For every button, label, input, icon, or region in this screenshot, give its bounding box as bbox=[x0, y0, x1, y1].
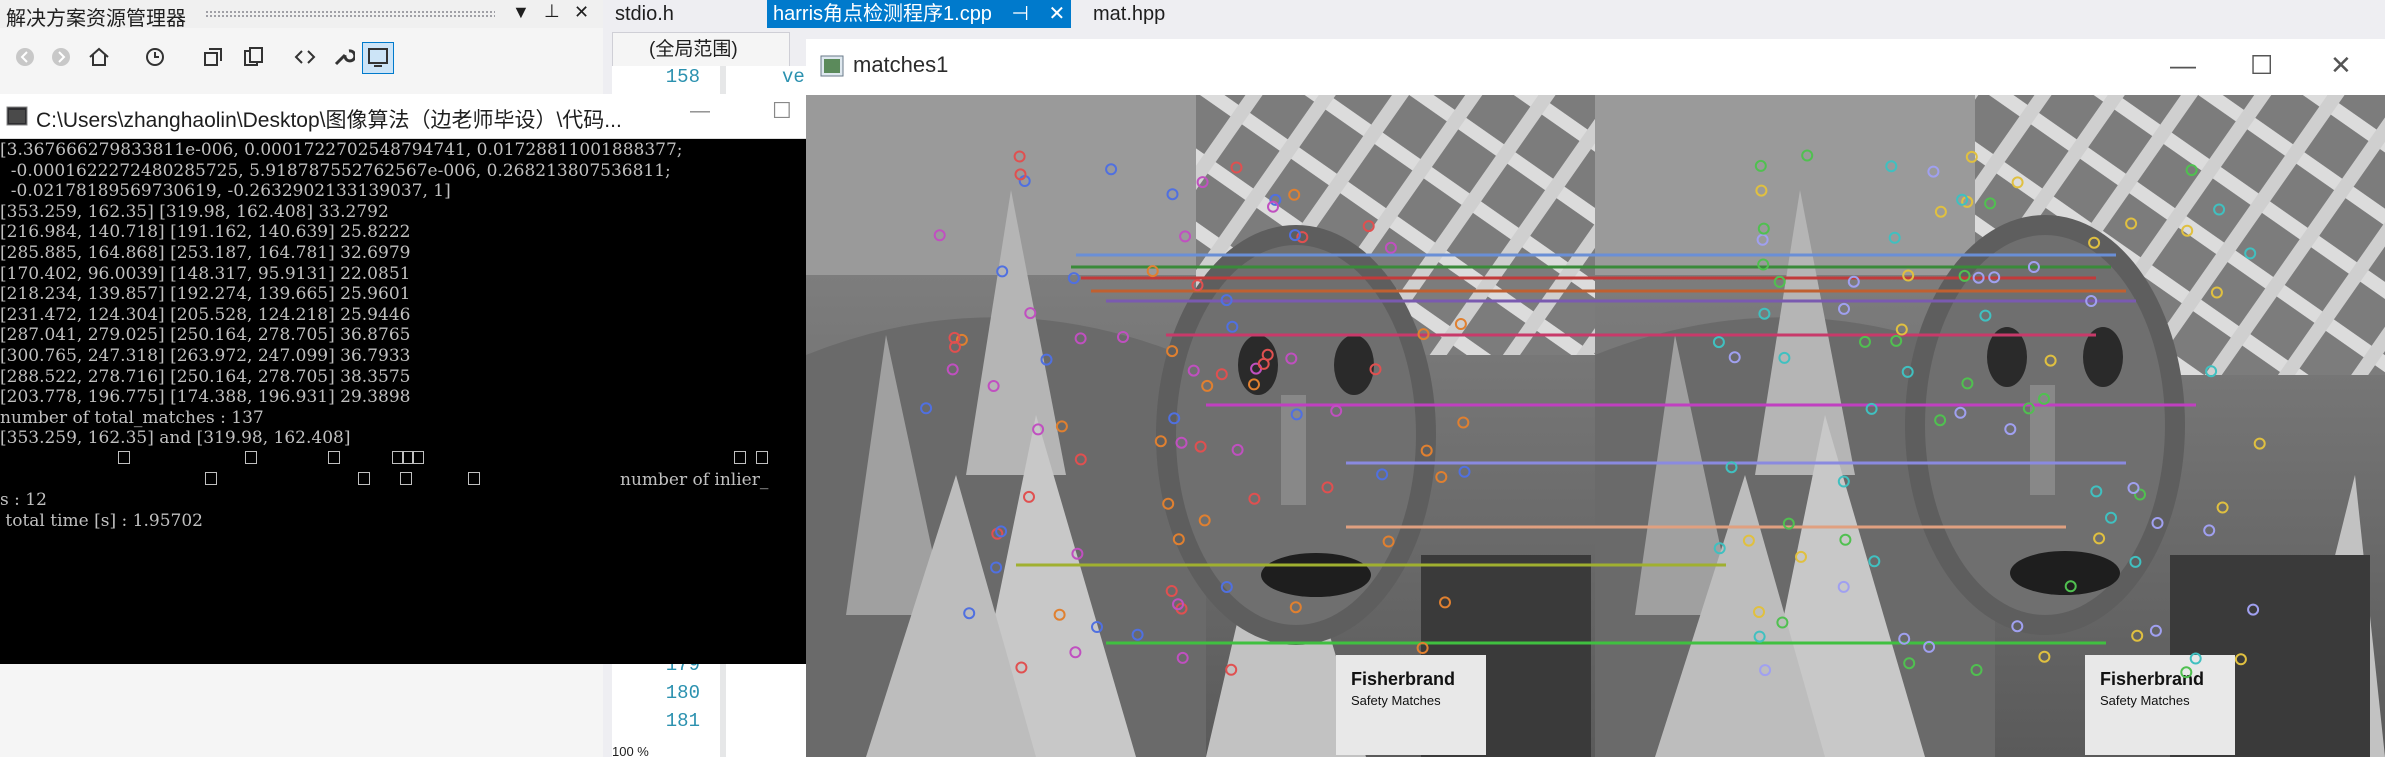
brand-sublabel: Safety Matches bbox=[1351, 693, 1441, 708]
console-line: [170.402, 96.0039] [148.317, 95.9131] 22… bbox=[0, 263, 411, 284]
code-icon[interactable] bbox=[290, 42, 320, 72]
console-inlier-label: number of inlier_ bbox=[620, 469, 769, 490]
console-line: [3.367666279833811e-006, 0.0001722702548… bbox=[0, 140, 683, 160]
solution-explorer-header: 解决方案资源管理器 ▼ ⊥ ✕ bbox=[0, 0, 603, 30]
close-button[interactable]: ✕ bbox=[2330, 50, 2352, 81]
console-output: [3.367666279833811e-006, 0.0001722702548… bbox=[0, 140, 806, 664]
harris-matches-canvas: Fisherbrand Safety Matches Fisherbrand S… bbox=[806, 95, 2385, 757]
solution-explorer-toolbar bbox=[0, 34, 603, 80]
brand-label: Fisherbrand bbox=[2100, 669, 2204, 689]
console-line: [353.259, 162.35] and [319.98, 162.408] bbox=[0, 428, 351, 449]
copy-icon[interactable] bbox=[238, 42, 268, 72]
unknown-glyph bbox=[328, 451, 340, 464]
console-line: [285.885, 164.868] [253.187, 164.781] 32… bbox=[0, 243, 411, 263]
close-icon[interactable]: ✕ bbox=[574, 2, 589, 23]
console-line: [300.765, 247.318] [263.972, 247.099] 36… bbox=[0, 346, 411, 366]
solution-explorer-title: 解决方案资源管理器 bbox=[6, 8, 186, 30]
console-line: -0.02178189569730619, -0.263290213313903… bbox=[0, 181, 451, 202]
home-icon[interactable] bbox=[84, 42, 114, 72]
image-window-icon bbox=[820, 55, 844, 77]
matches-title: matches1 bbox=[853, 52, 949, 77]
console-line: [288.522, 278.716] [250.164, 278.705] 38… bbox=[0, 366, 411, 387]
dropdown-icon[interactable]: ▼ bbox=[512, 2, 530, 23]
console-line: number of total_matches : 137 bbox=[0, 407, 264, 428]
unknown-glyph bbox=[734, 451, 746, 464]
maximize-button[interactable]: ☐ bbox=[772, 98, 792, 124]
unknown-glyph bbox=[118, 451, 130, 464]
wrench-icon[interactable] bbox=[328, 42, 358, 72]
console-title: C:\Users\zhanghaolin\Desktop\图像算法（边老师毕设）… bbox=[36, 109, 622, 132]
tab-label: harris角点检测程序1.cpp bbox=[773, 3, 992, 25]
minimize-button[interactable]: — bbox=[2170, 50, 2196, 81]
tab-mat-hpp[interactable]: mat.hpp bbox=[1087, 0, 1171, 28]
console-line: [287.041, 279.025] [250.164, 278.705] 36… bbox=[0, 325, 411, 346]
console-line: s : 12 bbox=[0, 490, 47, 511]
maximize-button[interactable]: ☐ bbox=[2250, 50, 2273, 81]
tab-label: stdio.h bbox=[615, 3, 674, 25]
console-line: -0.0001622272480285725, 5.91878755276256… bbox=[0, 160, 671, 181]
right-image: Fisherbrand Safety Matches bbox=[1595, 95, 2385, 757]
code-text: ve bbox=[782, 66, 805, 88]
brand-label: Fisherbrand bbox=[1351, 669, 1455, 689]
collapse-icon[interactable] bbox=[198, 42, 228, 72]
unknown-glyph bbox=[756, 451, 768, 464]
unknown-glyph bbox=[358, 471, 370, 485]
forward-icon[interactable] bbox=[46, 42, 76, 72]
close-icon[interactable]: ✕ bbox=[1048, 3, 1065, 25]
line-number: 180 bbox=[665, 682, 700, 704]
history-icon[interactable] bbox=[140, 42, 170, 72]
tab-label: mat.hpp bbox=[1093, 3, 1166, 25]
left-image: Fisherbrand Safety Matches bbox=[806, 95, 1595, 757]
console-line: [203.778, 196.775] [174.388, 196.931] 29… bbox=[0, 387, 411, 408]
line-number: 181 bbox=[665, 710, 700, 732]
unknown-glyph bbox=[400, 471, 412, 485]
console-line: [216.984, 140.718] [191.162, 140.639] 25… bbox=[0, 222, 411, 243]
scope-dropdown[interactable]: (全局范围) bbox=[612, 32, 790, 68]
matches-image[interactable]: Fisherbrand Safety Matches Fisherbrand S… bbox=[806, 95, 2385, 757]
console-icon bbox=[6, 106, 28, 126]
unknown-glyph bbox=[245, 451, 257, 464]
tab-harris-cpp[interactable]: harris角点检测程序1.cpp ⊣ ✕ bbox=[767, 0, 1072, 28]
console-line: total time [s] : 1.95702 bbox=[0, 510, 203, 531]
unknown-glyph bbox=[205, 471, 217, 485]
editor-tab-bar: stdio.h harris角点检测程序1.cpp ⊣ ✕ mat.hpp bbox=[603, 0, 2385, 28]
tab-stdio-h[interactable]: stdio.h bbox=[609, 0, 680, 28]
back-icon[interactable] bbox=[10, 42, 40, 72]
line-number: 158 bbox=[665, 66, 700, 88]
drag-grip[interactable] bbox=[205, 10, 495, 18]
zoom-level[interactable]: 100 % bbox=[612, 744, 732, 757]
console-line: [353.259, 162.35] [319.98, 162.408] 33.2… bbox=[0, 201, 389, 222]
console-line: [231.472, 124.304] [205.528, 124.218] 25… bbox=[0, 304, 411, 325]
minimize-button[interactable]: — bbox=[690, 100, 710, 123]
brand-sublabel: Safety Matches bbox=[2100, 693, 2190, 708]
unknown-glyph bbox=[412, 451, 424, 464]
pin-icon[interactable]: ⊣ bbox=[1012, 3, 1029, 25]
console-line: [218.234, 139.857] [192.274, 139.665] 25… bbox=[0, 284, 411, 305]
matches-titlebar[interactable] bbox=[806, 39, 2385, 95]
unknown-glyph bbox=[468, 471, 480, 485]
preview-icon[interactable] bbox=[362, 42, 394, 74]
pin-icon[interactable]: ⊥ bbox=[544, 1, 560, 22]
